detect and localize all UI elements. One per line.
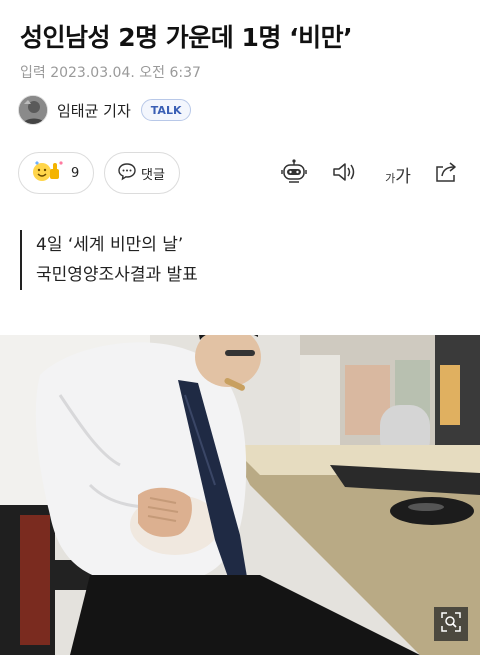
speaker-button[interactable] — [330, 160, 358, 188]
speech-bubble-icon — [117, 161, 137, 185]
font-size-button[interactable]: 가가 — [384, 160, 412, 188]
robot-summary-icon — [280, 158, 308, 190]
comment-label: 댓글 — [141, 167, 165, 183]
comment-button[interactable]: 댓글 — [104, 152, 180, 194]
author-row: 임태균 기자 TALK — [18, 94, 192, 126]
article-summary: 4일 ‘세계 비만의 날’ 국민영양조사결과 발표 — [20, 230, 198, 290]
article-action-bar: 9 댓글 가가 — [18, 152, 462, 194]
font-size-small-label: 가 — [385, 171, 396, 185]
reaction-count: 9 — [71, 165, 80, 181]
summary-line: 국민영양조사결과 발표 — [36, 265, 198, 285]
summary-line: 4일 ‘세계 비만의 날’ — [36, 235, 184, 255]
share-icon — [432, 158, 460, 190]
reaction-button[interactable]: 9 — [18, 152, 94, 194]
article-headline: 성인남성 2명 가운데 1명 ‘비만’ — [20, 23, 353, 52]
article-photo[interactable] — [0, 335, 480, 655]
office-man-photo — [0, 335, 480, 655]
author-avatar[interactable] — [18, 95, 48, 125]
robot-summary-button[interactable] — [280, 158, 308, 190]
font-size-large-label: 가 — [395, 166, 411, 187]
zoom-button[interactable] — [434, 607, 468, 641]
emoji-reaction-icon — [31, 159, 65, 187]
talk-badge[interactable]: TALK — [140, 99, 192, 121]
share-button[interactable] — [432, 160, 460, 188]
zoom-search-icon — [440, 611, 462, 637]
font-size-icon: 가가 — [385, 162, 411, 187]
author-name[interactable]: 임태균 기자 — [57, 100, 131, 121]
article-dateline: 입력 2023.03.04. 오전 6:37 — [20, 65, 201, 81]
speaker-icon — [330, 158, 358, 190]
